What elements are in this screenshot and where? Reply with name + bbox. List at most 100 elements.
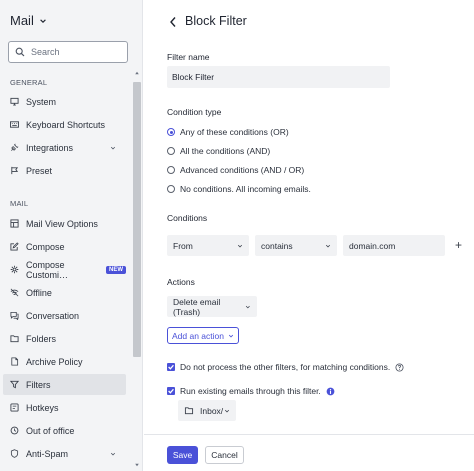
sidebar-item-label: Out of office	[26, 425, 75, 436]
sidebar-item-folders[interactable]: Folders	[3, 328, 126, 349]
select-value: Inbox/	[200, 405, 224, 416]
radio[interactable]	[167, 147, 175, 155]
checkbox-checked[interactable]	[167, 387, 175, 395]
chevron-down-icon	[228, 334, 234, 337]
add-condition-plus-icon[interactable]: +	[455, 238, 462, 252]
sidebar-item-label: Keyboard Shortcuts	[26, 119, 106, 130]
sidebar-item-label: Folders	[26, 333, 57, 344]
conversation-icon	[10, 311, 19, 320]
run-existing-checkbox-row[interactable]: Run existing emails through this filter.	[167, 386, 335, 396]
radio-selected[interactable]	[167, 128, 175, 136]
search-icon	[15, 47, 25, 57]
plug-icon	[11, 143, 19, 151]
app-title: Mail	[10, 13, 34, 28]
condition-operator-select[interactable]: contains	[255, 235, 337, 256]
section-general: GENERAL	[10, 78, 48, 87]
select-value: Delete email (Trash)	[173, 296, 221, 317]
offline-icon	[10, 288, 19, 297]
condition-field-select[interactable]: From	[167, 235, 249, 256]
keyboard-icon	[10, 121, 19, 128]
preset-icon	[11, 166, 19, 175]
sidebar-item-conversation[interactable]: Conversation	[3, 305, 126, 326]
hotkeys-icon	[10, 403, 19, 412]
sidebar-item-system[interactable]: System	[3, 91, 126, 112]
info-icon[interactable]	[326, 387, 335, 396]
chevron-down-icon	[110, 146, 116, 149]
sidebar-item-label: Mail View Options	[26, 218, 98, 229]
clock-icon	[10, 426, 19, 435]
sidebar-scrollbar-thumb[interactable]	[133, 82, 141, 357]
radio-label: Advanced conditions (AND / OR)	[180, 165, 305, 175]
search-box[interactable]	[8, 41, 128, 63]
sidebar-item-label: Conversation	[26, 310, 80, 321]
actions-label: Actions	[167, 277, 195, 287]
filter-name-input[interactable]: Block Filter	[167, 66, 390, 88]
back-arrow-icon[interactable]	[168, 16, 178, 28]
checkbox-label: Do not process the other filters, for ma…	[180, 362, 391, 372]
conditions-label: Conditions	[167, 213, 208, 223]
radio[interactable]	[167, 185, 175, 193]
sidebar-item-label: Preset	[26, 165, 53, 176]
scroll-up-arrow-icon[interactable]	[134, 70, 140, 76]
sidebar: Mail GENERAL System Keyboard Shortcuts I…	[0, 0, 143, 471]
select-value: From	[173, 240, 193, 251]
monitor-icon	[10, 97, 19, 106]
sidebar-item-label: Compose Customi…	[26, 259, 69, 280]
sidebar-item-out-of-office[interactable]: Out of office	[3, 420, 126, 441]
sidebar-item-label: Integrations	[26, 142, 74, 153]
action-select[interactable]: Delete email (Trash)	[167, 296, 257, 317]
sidebar-item-hotkeys[interactable]: Hotkeys	[3, 397, 126, 418]
new-badge: NEW	[106, 265, 126, 274]
sidebar-item-keyboard-shortcuts[interactable]: Keyboard Shortcuts	[3, 114, 126, 135]
help-icon[interactable]	[395, 362, 404, 372]
sidebar-item-integrations[interactable]: Integrations	[3, 137, 126, 158]
sidebar-item-label: System	[26, 96, 57, 107]
chevron-down-icon	[224, 409, 230, 412]
cancel-button[interactable]: Cancel	[205, 446, 244, 464]
sidebar-item-label: Offline	[26, 287, 52, 298]
archive-icon	[11, 357, 19, 366]
app-switcher[interactable]: Mail	[10, 13, 47, 28]
sidebar-item-mail-view-options[interactable]: Mail View Options	[3, 213, 126, 234]
chevron-down-icon	[40, 18, 46, 23]
checkbox-label: Run existing emails through this filter.	[180, 386, 321, 396]
section-mail: MAIL	[10, 199, 29, 208]
do-not-process-checkbox-row[interactable]: Do not process the other filters, for ma…	[167, 362, 404, 372]
layout-icon	[10, 219, 19, 228]
sidebar-item-preset[interactable]: Preset	[3, 160, 126, 181]
save-button[interactable]: Save	[167, 446, 198, 464]
radio[interactable]	[167, 166, 175, 174]
sidebar-item-archive-policy[interactable]: Archive Policy	[3, 351, 126, 372]
sidebar-item-offline[interactable]: Offline	[3, 282, 126, 303]
condition-option-advanced[interactable]: Advanced conditions (AND / OR)	[167, 165, 304, 175]
condition-value-input[interactable]: domain.com	[343, 235, 445, 256]
input-value: domain.com	[349, 240, 396, 251]
filter-name-label: Filter name	[167, 52, 210, 62]
folder-icon	[184, 407, 194, 415]
filter-editor: Block Filter Filter name Block Filter Co…	[144, 0, 474, 471]
sidebar-item-label: Anti-Spam	[26, 448, 69, 459]
sidebar-item-label: Compose	[26, 241, 65, 252]
search-input[interactable]	[31, 47, 121, 57]
condition-option-or[interactable]: Any of these conditions (OR)	[167, 127, 289, 137]
footer-divider	[144, 434, 474, 435]
sidebar-item-compose[interactable]: Compose	[3, 236, 126, 257]
sidebar-item-anti-spam[interactable]: Anti-Spam	[3, 443, 126, 464]
checkbox-checked[interactable]	[167, 363, 175, 371]
add-action-button[interactable]: Add an action	[167, 327, 239, 344]
sidebar-item-label: Archive Policy	[26, 356, 83, 367]
settings-icon	[10, 265, 19, 274]
condition-type-label: Condition type	[167, 107, 222, 117]
add-action-label: Add an action	[172, 330, 224, 341]
shield-icon	[10, 449, 19, 458]
scroll-down-arrow-icon[interactable]	[134, 462, 140, 468]
condition-option-none[interactable]: No conditions. All incoming emails.	[167, 184, 311, 194]
filter-icon	[10, 380, 19, 389]
compose-icon	[10, 242, 19, 251]
sidebar-item-label: Hotkeys	[26, 402, 59, 413]
condition-option-and[interactable]: All the conditions (AND)	[167, 146, 270, 156]
sidebar-item-filters[interactable]: Filters	[3, 374, 126, 395]
folder-select[interactable]: Inbox/	[178, 400, 236, 421]
sidebar-item-compose-customization[interactable]: Compose Customi… NEW	[3, 259, 126, 280]
sidebar-item-label: Filters	[26, 379, 51, 390]
